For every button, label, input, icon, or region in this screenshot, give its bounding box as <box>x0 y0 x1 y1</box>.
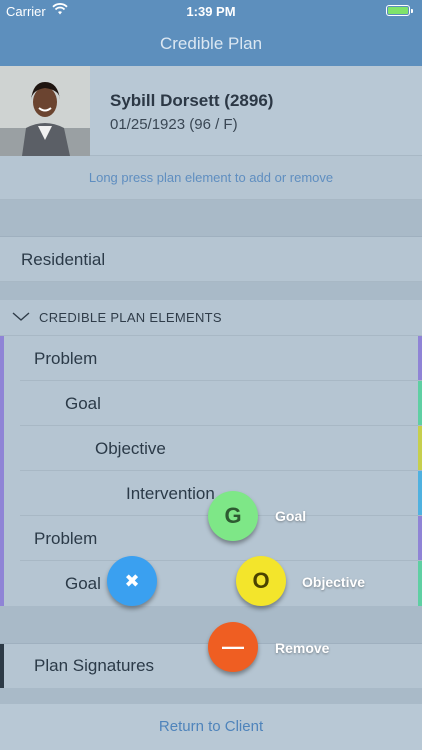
return-to-client-button[interactable]: Return to Client <box>0 704 422 750</box>
left-indicator <box>0 426 4 471</box>
add-objective-button[interactable]: O <box>236 556 286 606</box>
list-item[interactable]: Objective <box>0 426 422 471</box>
section-spacer <box>0 688 422 704</box>
left-indicator <box>0 561 4 606</box>
chevron-down-icon <box>12 312 30 321</box>
element-label: Goal <box>65 574 101 593</box>
element-color-bar <box>418 471 422 516</box>
plan-elements-header[interactable]: CREDIBLE PLAN ELEMENTS <box>0 300 422 336</box>
goal-icon: G <box>224 503 242 528</box>
objective-label: Objective <box>302 574 366 590</box>
section-spacer <box>0 282 422 300</box>
objective-icon: O <box>252 568 270 593</box>
client-dob: 01/25/1923 (96 / F) <box>110 116 238 133</box>
element-color-bar <box>418 516 422 561</box>
section-spacer <box>0 200 422 237</box>
minus-icon: — <box>222 634 244 659</box>
element-color-bar <box>418 426 422 471</box>
goal-label: Goal <box>275 508 307 524</box>
element-label: Objective <box>95 439 166 458</box>
clock: 1:39 PM <box>186 4 236 19</box>
element-label: Goal <box>65 394 101 413</box>
return-label: Return to Client <box>158 718 264 735</box>
element-color-bar <box>418 561 422 606</box>
signatures-label: Plan Signatures <box>34 656 155 675</box>
client-name: Sybill Dorsett (2896) <box>110 91 274 110</box>
close-menu-button[interactable]: ✖ <box>107 556 157 606</box>
nav-bar: Credible Plan <box>0 22 422 66</box>
status-bar: Carrier 1:39 PM <box>0 0 422 22</box>
element-color-bar <box>418 336 422 381</box>
element-label: Problem <box>34 529 98 548</box>
left-indicator <box>0 644 4 688</box>
remove-button[interactable]: — <box>208 622 258 672</box>
element-color-bar <box>418 381 422 426</box>
remove-label: Remove <box>275 640 330 656</box>
left-indicator <box>0 516 4 561</box>
list-item[interactable]: Goal <box>0 381 422 426</box>
list-item[interactable]: Problem <box>0 336 422 381</box>
element-label: Problem <box>34 349 98 368</box>
hint-text: Long press plan element to add or remove <box>0 156 422 200</box>
client-header: Sybill Dorsett (2896) 01/25/1923 (96 / F… <box>0 66 422 156</box>
battery-icon <box>386 5 413 16</box>
client-photo-icon <box>0 66 90 156</box>
page-title: Credible Plan <box>159 34 263 53</box>
close-icon: ✖ <box>124 571 140 591</box>
section-title: CREDIBLE PLAN ELEMENTS <box>39 310 222 325</box>
left-indicator <box>0 381 4 426</box>
left-indicator <box>0 471 4 516</box>
left-indicator <box>0 336 4 381</box>
program-row[interactable]: Residential <box>0 238 422 282</box>
element-label: Intervention <box>126 484 215 503</box>
add-goal-button[interactable]: G <box>208 491 258 541</box>
avatar <box>0 66 90 156</box>
